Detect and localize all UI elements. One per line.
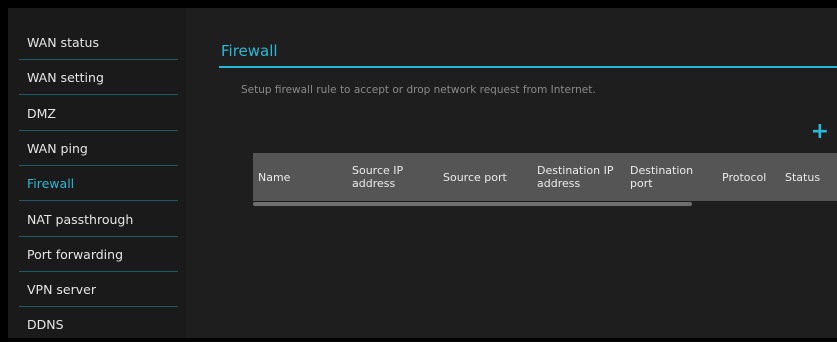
main-panel: Firewall Setup firewall rule to accept o… <box>186 8 837 338</box>
column-header-destination-port: Destination port <box>630 164 694 190</box>
sidebar-item-label: DDNS <box>27 317 64 332</box>
column-header-destination-ip: Destination IP address <box>537 164 614 190</box>
divider <box>19 200 178 201</box>
sidebar-item-wan-status[interactable]: WAN status <box>8 25 186 60</box>
column-header-source-ip: Source IP address <box>352 164 404 190</box>
sidebar-item-dmz[interactable]: DMZ <box>8 96 186 131</box>
sidebar-item-label: VPN server <box>27 282 96 297</box>
sidebar-item-nat-passthrough[interactable]: NAT passthrough <box>8 202 186 237</box>
table-header: Name Source IP address Source port Desti… <box>253 153 837 201</box>
sidebar-item-label: WAN ping <box>27 141 88 156</box>
sidebar-item-firewall[interactable]: Firewall <box>8 166 186 201</box>
sidebar-item-label: WAN status <box>27 35 99 50</box>
sidebar-item-label: NAT passthrough <box>27 212 134 227</box>
page-description: Setup firewall rule to accept or drop ne… <box>241 84 596 96</box>
divider <box>19 94 178 95</box>
plus-icon: + <box>810 119 829 144</box>
sidebar-item-label: WAN setting <box>27 70 104 85</box>
sidebar-item-wan-setting[interactable]: WAN setting <box>8 60 186 95</box>
horizontal-scrollbar[interactable] <box>253 201 837 207</box>
column-header-status: Status <box>785 170 821 184</box>
page-title: Firewall <box>221 42 278 60</box>
add-rule-button[interactable]: + <box>811 121 829 143</box>
sidebar-item-vpn-server[interactable]: VPN server <box>8 272 186 307</box>
sidebar: WAN status WAN setting DMZ WAN ping Fire… <box>8 8 186 338</box>
sidebar-item-label: Firewall <box>27 176 75 191</box>
title-underline <box>219 66 837 68</box>
column-header-protocol: Protocol <box>722 170 767 184</box>
sidebar-item-wan-ping[interactable]: WAN ping <box>8 131 186 166</box>
scrollbar-thumb[interactable] <box>253 202 692 206</box>
sidebar-item-port-forwarding[interactable]: Port forwarding <box>8 237 186 272</box>
sidebar-item-ddns[interactable]: DDNS <box>8 307 186 342</box>
sidebar-item-label: DMZ <box>27 106 56 121</box>
column-header-name: Name <box>258 170 291 184</box>
column-header-source-port: Source port <box>443 170 507 184</box>
sidebar-item-label: Port forwarding <box>27 247 124 262</box>
